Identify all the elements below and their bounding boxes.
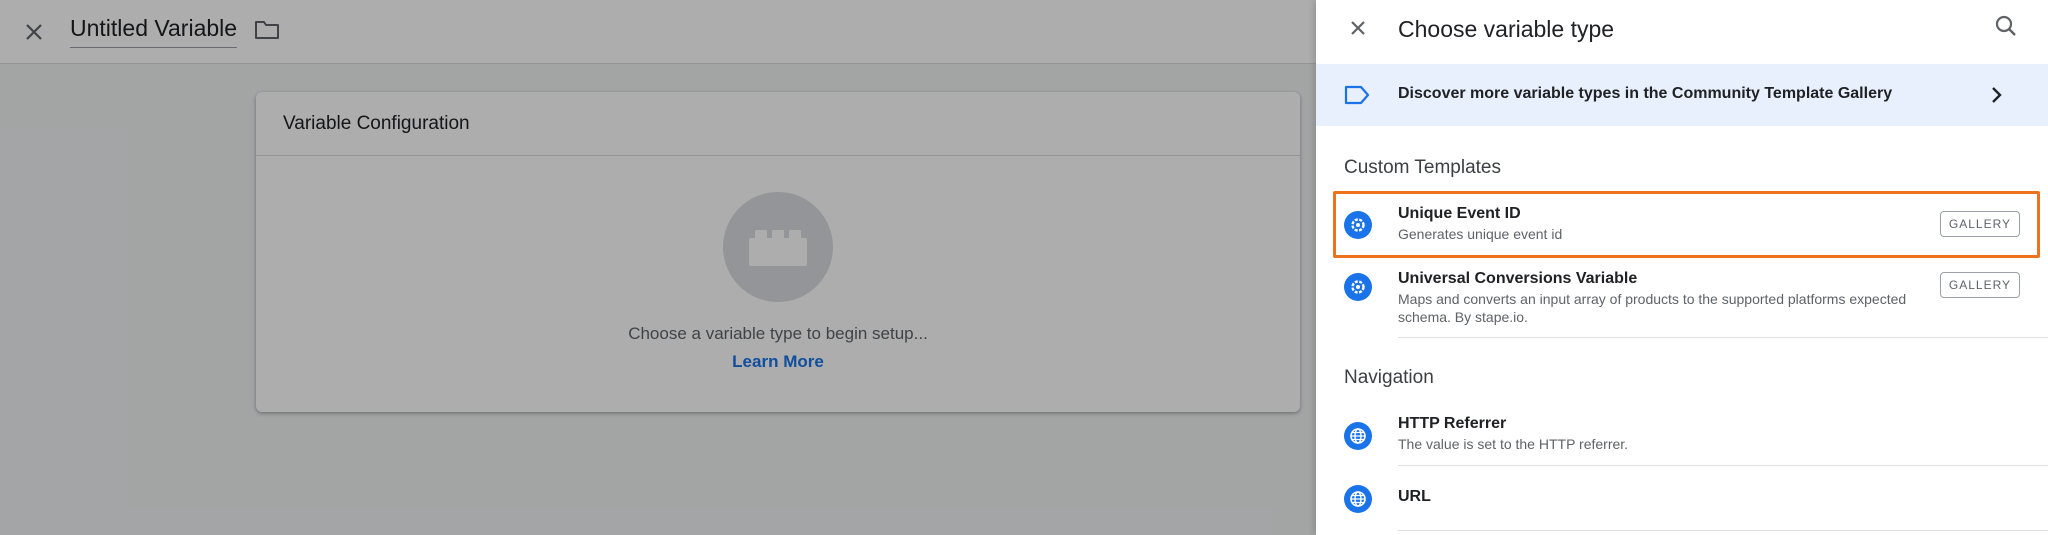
community-gallery-banner[interactable]: Discover more variable types in the Comm… — [1316, 64, 2048, 126]
choose-variable-type-panel: Choose variable type Discover more varia… — [1316, 0, 2048, 535]
gallery-badge[interactable]: GALLERY — [1940, 272, 2020, 298]
item-description: The value is set to the HTTP referrer. — [1398, 436, 1629, 452]
chevron-right-icon — [1986, 84, 2006, 111]
list-item-http-referrer[interactable]: HTTP Referrer The value is set to the HT… — [1316, 408, 2048, 466]
section-title-navigation: Navigation — [1344, 367, 1434, 388]
divider — [1398, 465, 2048, 466]
panel-title: Choose variable type — [1398, 16, 1615, 42]
gallery-badge[interactable]: GALLERY — [1940, 211, 2020, 237]
item-name: URL — [1398, 488, 1431, 505]
tag-icon — [1344, 84, 1370, 111]
list-item-unique-event-id[interactable]: Unique Event ID Generates unique event i… — [1316, 196, 2048, 256]
list-item-universal-conversions-variable[interactable]: Universal Conversions Variable Maps and … — [1316, 262, 2048, 338]
gear-icon — [1344, 273, 1372, 301]
item-name: Unique Event ID — [1398, 205, 1521, 222]
gear-icon — [1344, 211, 1372, 239]
item-description-line-2: schema. By stape.io. — [1398, 309, 1528, 325]
search-icon[interactable] — [1992, 12, 2020, 40]
item-name: HTTP Referrer — [1398, 415, 1507, 432]
divider — [1398, 530, 2048, 531]
list-item-url[interactable]: URL — [1316, 474, 2048, 532]
item-name: Universal Conversions Variable — [1398, 270, 1638, 287]
globe-icon — [1344, 422, 1372, 450]
item-description: Generates unique event id — [1398, 226, 1563, 242]
banner-text: Discover more variable types in the Comm… — [1398, 85, 1893, 102]
modal-scrim[interactable] — [0, 0, 1316, 535]
close-icon[interactable] — [1344, 14, 1372, 42]
section-title-custom-templates: Custom Templates — [1344, 157, 1501, 178]
divider — [1398, 337, 2048, 338]
item-description-line-1: Maps and converts an input array of prod… — [1398, 291, 1907, 307]
variable-editor: Untitled Variable Variable Configuration… — [0, 0, 1316, 535]
globe-icon — [1344, 485, 1372, 513]
